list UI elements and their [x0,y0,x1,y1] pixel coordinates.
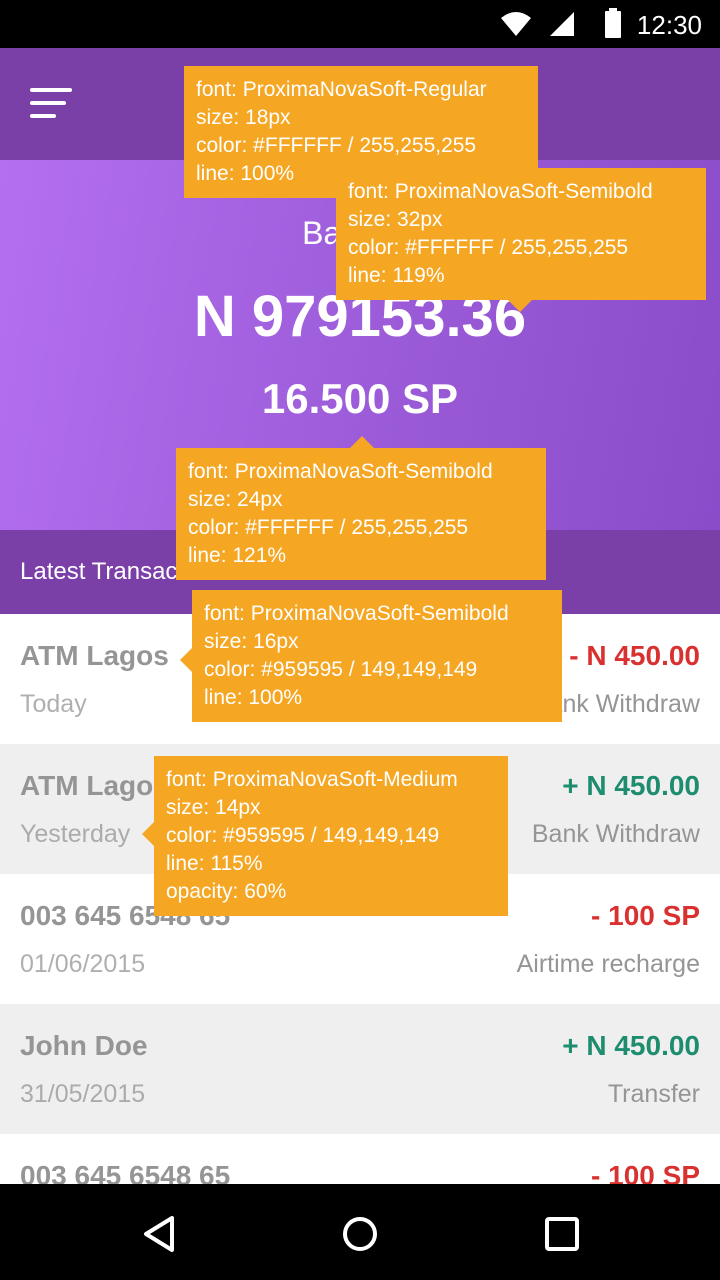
transaction-name: 003 645 6548 65 [20,1160,231,1184]
home-icon[interactable] [340,1214,380,1254]
transaction-date: Yesterday [20,820,131,848]
tooltip-pointer [142,822,154,846]
status-time: 12:30 [636,10,702,40]
transaction-date: 31/05/2015 [20,1080,146,1108]
font-annotation-tooltip: font: ProximaNovaSoft-Semibold size: 16p… [180,590,562,722]
transaction-date: Today [20,690,87,718]
font-annotation-tooltip: font: ProximaNovaSoft-Medium size: 14px … [142,756,508,916]
transaction-amount: + N 450.00 [562,770,700,801]
back-icon[interactable] [140,1214,180,1254]
tooltip-pointer [350,436,374,448]
transaction-amount: - 100 SP [591,900,700,931]
recents-icon[interactable] [542,1214,582,1254]
wifi-icon [500,10,532,43]
transaction-row[interactable]: John Doe 31/05/2015 + N 450.00 Transfer [0,1004,720,1134]
transaction-type: Transfer [607,1080,700,1108]
transaction-name: ATM Lagos [20,640,169,671]
status-bar: 12:30 [0,0,720,48]
transaction-type: Bank Withdraw [531,820,700,848]
transaction-name: ATM Lagos [20,770,169,801]
cellular-signal-icon [548,10,576,43]
transaction-row[interactable]: 003 645 6548 65 - 100 SP [0,1134,720,1184]
transaction-type: Airtime recharge [516,950,700,978]
transaction-date: 01/06/2015 [20,950,146,978]
tooltip-pointer [180,648,192,672]
transaction-amount: - N 450.00 [569,640,700,671]
tooltip-pointer [508,300,532,312]
font-annotation-tooltip: font: ProximaNovaSoft-Semibold size: 24p… [176,436,546,580]
navigation-bar [0,1184,720,1280]
points-balance: 16.500 SP [261,375,459,422]
transaction-name: John Doe [20,1030,148,1061]
transaction-amount: - 100 SP [591,1160,700,1184]
transaction-amount: + N 450.00 [562,1030,700,1061]
menu-button[interactable] [20,76,82,132]
battery-icon [604,8,622,43]
font-annotation-tooltip: font: ProximaNovaSoft-Semibold size: 32p… [336,168,706,312]
menu-icon [30,88,72,118]
